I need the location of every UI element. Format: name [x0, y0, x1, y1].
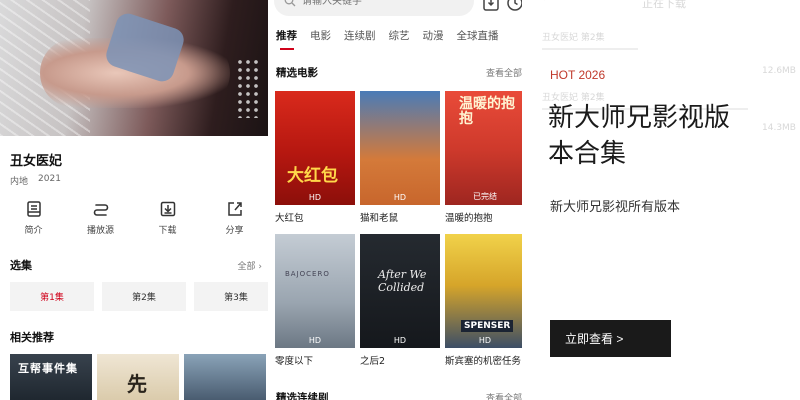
- poster-title-art: After We Collided: [378, 268, 427, 294]
- quality-badge: HD: [393, 193, 407, 202]
- download-icon: [160, 201, 175, 217]
- poster-title-art: 大红包: [287, 166, 338, 186]
- intro-label: 简介: [24, 226, 43, 236]
- drama-year: 2021: [38, 174, 61, 184]
- movie-title[interactable]: 温暖的抱抱: [445, 210, 493, 224]
- ghost-item: 丑女医妃 第2集: [542, 33, 605, 43]
- episodes-all-link[interactable]: 全部 ›: [238, 259, 262, 272]
- series-more-link[interactable]: 查看全部: [486, 391, 522, 400]
- quality-badge: HD: [478, 336, 492, 345]
- poster-title-art: BAJOCERO: [285, 270, 330, 278]
- home-panel: 推荐 电影 连续剧 综艺 动漫 全球直播 精选电影 查看全部 大红包 HD HD…: [268, 0, 522, 400]
- related-item[interactable]: 互帮事件集: [10, 354, 92, 400]
- tab-movies[interactable]: 电影: [310, 28, 331, 43]
- share-button[interactable]: 分享: [210, 200, 260, 236]
- search-bar[interactable]: [274, 0, 474, 16]
- category-tabs: 推荐 电影 连续剧 综艺 动漫 全球直播: [276, 28, 499, 50]
- movie-title[interactable]: 大红包: [275, 210, 304, 224]
- ghost-size: 14.3MB: [762, 123, 796, 133]
- movies-heading: 精选电影: [276, 67, 318, 79]
- drama-detail-panel: 丑女医妃 内地 2021 简介 播放源 下载 分享 选集 全部 › 第1集 第2…: [0, 0, 268, 400]
- series-heading: 精选连续剧: [276, 392, 329, 400]
- quality-badge: HD: [308, 193, 322, 202]
- tab-series[interactable]: 连续剧: [344, 28, 376, 43]
- related-heading: 相关推荐: [10, 331, 54, 344]
- ghost-back-icon: ‹: [542, 0, 546, 4]
- source-switch-icon: [93, 204, 108, 216]
- search-icon: [284, 0, 296, 7]
- action-bar: 简介 播放源 下载 分享: [0, 200, 268, 236]
- episode-item[interactable]: 第3集: [194, 282, 268, 311]
- source-label: 播放源: [86, 226, 114, 236]
- source-button[interactable]: 播放源: [76, 200, 126, 236]
- promo-panel: ‹ 正在下载 丑女医妃 第2集 12.6MB 丑女医妃 第2集 14.3MB H…: [522, 0, 800, 400]
- drama-hero-image[interactable]: [0, 0, 268, 136]
- promo-headline: 新大师兄影视版本合集: [548, 103, 731, 169]
- share-label: 分享: [225, 226, 244, 236]
- movie-title[interactable]: 猫和老鼠: [360, 210, 398, 224]
- drama-title: 丑女医妃: [10, 154, 63, 169]
- tab-anime[interactable]: 动漫: [423, 28, 444, 43]
- quality-badge: HD: [308, 336, 322, 345]
- related-item[interactable]: 先: [97, 354, 179, 400]
- movie-poster[interactable]: 温暖的抱抱 已完结: [445, 91, 522, 205]
- movie-title[interactable]: 斯宾塞的机密任务: [445, 353, 522, 367]
- promo-tag: HOT 2026: [550, 68, 606, 82]
- intro-icon: [26, 201, 41, 217]
- quality-badge: HD: [393, 336, 407, 345]
- poster-title-art: SPENSER: [461, 320, 514, 332]
- status-badge: 已完结: [473, 192, 497, 201]
- search-input[interactable]: [302, 0, 452, 7]
- episode-list: 第1集 第2集 第3集: [10, 282, 268, 311]
- related-poster-text: 先: [127, 372, 147, 396]
- movie-title[interactable]: 零度以下: [275, 353, 313, 367]
- episode-item[interactable]: 第2集: [102, 282, 186, 311]
- tab-live[interactable]: 全球直播: [457, 28, 499, 43]
- ghost-size: 12.6MB: [762, 66, 796, 76]
- history-icon[interactable]: [506, 0, 522, 12]
- movie-poster[interactable]: After We Collided HD: [360, 234, 440, 348]
- view-now-button[interactable]: 立即查看 >: [550, 320, 671, 357]
- tab-recommend[interactable]: 推荐: [276, 28, 297, 50]
- related-item[interactable]: [184, 354, 266, 400]
- related-list: 互帮事件集 先: [10, 354, 266, 400]
- poster-title-art: 温暖的抱抱: [459, 96, 515, 127]
- drama-region: 内地: [10, 177, 29, 187]
- episode-item[interactable]: 第1集: [10, 282, 94, 311]
- download-button[interactable]: 下载: [143, 200, 193, 236]
- episodes-heading: 选集: [10, 259, 32, 272]
- drama-meta: 内地 2021: [10, 174, 61, 187]
- movies-more-link[interactable]: 查看全部: [486, 66, 522, 79]
- movie-poster[interactable]: BAJOCERO HD: [275, 234, 355, 348]
- intro-button[interactable]: 简介: [9, 200, 59, 236]
- related-poster-text: 互帮事件集: [18, 362, 78, 375]
- promo-description: 新大师兄影视所有版本: [550, 200, 681, 215]
- download-manager-icon[interactable]: [482, 0, 500, 12]
- share-icon: [227, 202, 242, 216]
- movie-title[interactable]: 之后2: [360, 353, 385, 367]
- movie-poster[interactable]: SPENSER HD: [445, 234, 522, 348]
- ghost-header: 正在下载: [642, 0, 686, 10]
- tab-variety[interactable]: 综艺: [389, 28, 410, 43]
- movie-poster[interactable]: 大红包 HD: [275, 91, 355, 205]
- download-label: 下载: [158, 226, 177, 236]
- movie-poster[interactable]: HD: [360, 91, 440, 205]
